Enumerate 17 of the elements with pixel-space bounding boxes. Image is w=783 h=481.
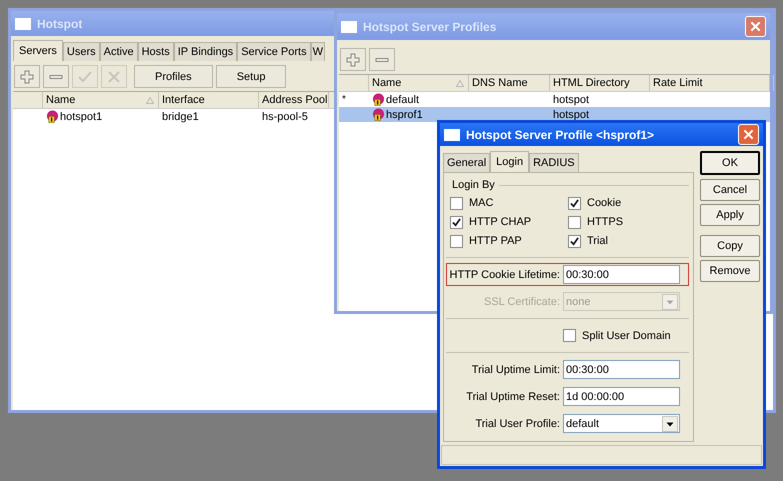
table-cell: default <box>386 94 420 106</box>
field-label: Trial User Profile: <box>474 418 560 430</box>
field-label: Trial Uptime Reset: <box>465 390 560 402</box>
table-cell: bridge1 <box>162 110 199 122</box>
table-cell: hs-pool-5 <box>262 110 308 122</box>
field-label: HTTP Cookie Lifetime: <box>448 268 560 280</box>
group-title: Login By <box>452 179 495 191</box>
table-cell: hotspot1 <box>60 110 102 122</box>
table-cell: hotspot <box>553 94 590 106</box>
window-title: Hotspot Server Profiles <box>363 20 496 34</box>
table-cell: hsprof1 <box>386 108 423 120</box>
table-cell: * <box>342 94 346 105</box>
field-label: SSL Certificate: <box>482 296 560 308</box>
window-title: Hotspot Server Profile <hsprof1> <box>466 128 654 142</box>
table-cell: hotspot <box>553 108 590 120</box>
window-title: Hotspot <box>37 16 82 30</box>
field-label: Trial Uptime Limit: <box>470 364 560 376</box>
